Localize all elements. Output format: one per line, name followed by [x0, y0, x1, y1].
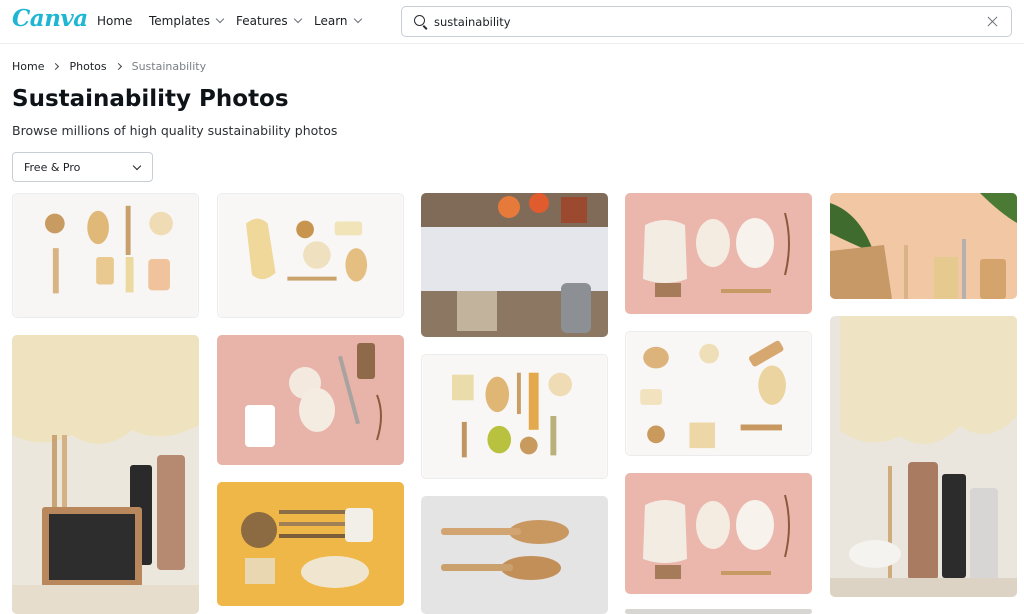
photo-thumbnail[interactable]: [625, 609, 812, 614]
pink-eco-bag-flatlay-photo: [625, 193, 812, 314]
breadcrumb-home[interactable]: Home: [12, 60, 44, 73]
search-icon: [414, 15, 425, 26]
yellow-zero-waste-photo: [217, 482, 404, 606]
photo-thumbnail[interactable]: [830, 316, 1017, 597]
nav-learn-label: Learn: [314, 14, 348, 28]
paper-bag-leaves-photo: [830, 193, 1017, 299]
close-icon[interactable]: [986, 15, 999, 28]
nav-features-label: Features: [236, 14, 288, 28]
chevron-down-icon: [215, 14, 225, 24]
photo-thumbnail[interactable]: [830, 193, 1017, 299]
photo-thumbnail[interactable]: [421, 354, 608, 479]
wooden-spoons-photo: [421, 496, 608, 614]
chevron-right-icon: [114, 62, 122, 71]
photo-thumbnail[interactable]: [625, 473, 812, 594]
breadcrumb: Home Photos Sustainability: [12, 60, 206, 73]
eco-bath-items-photo: [13, 194, 198, 317]
groceries-frame-photo: [421, 193, 608, 337]
eco-body-care-flatlay-photo: [218, 194, 403, 317]
no-plastic-sign-photo: [12, 335, 199, 614]
top-navigation-bar: Canva Home Templates Features Learn: [0, 0, 1024, 44]
license-filter-dropdown[interactable]: Free & Pro: [12, 152, 153, 182]
partial-photo: [625, 609, 812, 614]
photo-thumbnail[interactable]: [12, 335, 199, 614]
search-input[interactable]: [434, 13, 974, 31]
canva-logo[interactable]: Canva: [12, 5, 88, 32]
nav-templates[interactable]: Templates: [149, 14, 225, 28]
breadcrumb-current: Sustainability: [131, 60, 207, 73]
filter-selected-value: Free & Pro: [24, 161, 81, 174]
chevron-down-icon: [293, 14, 302, 24]
nav-learn[interactable]: Learn: [314, 14, 362, 28]
search-box[interactable]: [401, 6, 1012, 37]
nav-features[interactable]: Features: [236, 14, 302, 28]
photo-thumbnail[interactable]: [625, 193, 812, 314]
eco-brushes-flatlay-photo: [626, 332, 811, 455]
photo-thumbnail[interactable]: [217, 482, 404, 606]
photo-thumbnail[interactable]: [12, 193, 199, 318]
photo-thumbnail[interactable]: [421, 496, 608, 614]
nav-home-label: Home: [97, 14, 133, 28]
photo-thumbnail[interactable]: [625, 331, 812, 456]
nav-home[interactable]: Home: [97, 14, 132, 28]
photo-thumbnail[interactable]: [217, 335, 404, 465]
chevron-down-icon: [132, 161, 142, 171]
chevron-down-icon: [353, 14, 362, 24]
page-subtitle: Browse millions of high quality sustaina…: [12, 123, 338, 138]
nav-templates-label: Templates: [149, 14, 211, 28]
page-title: Sustainability Photos: [12, 86, 289, 112]
photo-thumbnail[interactable]: [421, 193, 608, 337]
eco-kitchen-items-photo: [830, 316, 1017, 597]
pink-zero-waste-photo: [217, 335, 404, 465]
chevron-right-icon: [52, 62, 60, 71]
pink-eco-bag-flatlay-photo: [625, 473, 812, 594]
eco-products-flatlay-photo: [422, 355, 607, 478]
breadcrumb-photos[interactable]: Photos: [69, 60, 106, 73]
photo-thumbnail[interactable]: [217, 193, 404, 318]
